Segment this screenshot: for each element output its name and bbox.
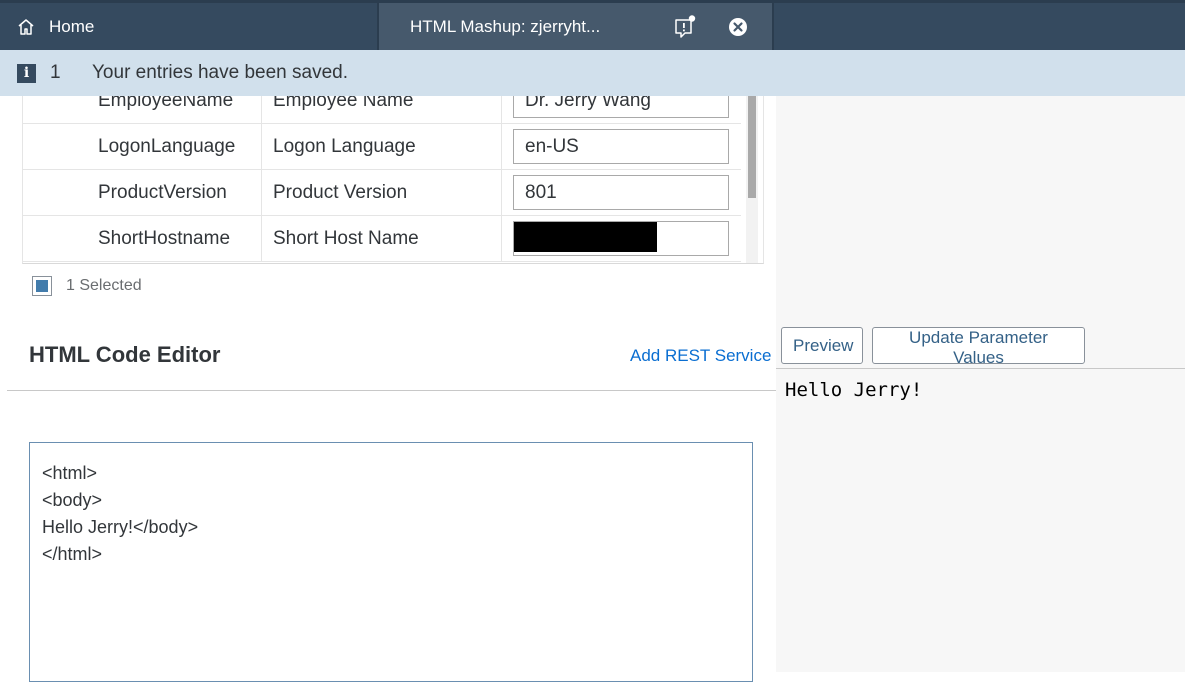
- param-name: ShortHostname: [98, 227, 231, 249]
- param-value-input[interactable]: [513, 175, 729, 210]
- scrollbar-thumb[interactable]: [748, 96, 756, 198]
- param-description: Product Version: [273, 181, 408, 203]
- home-icon: [16, 17, 36, 37]
- tab-separator: [772, 3, 774, 50]
- column-divider: [261, 170, 262, 215]
- editor-title: HTML Code Editor: [29, 342, 221, 367]
- column-divider: [261, 216, 262, 261]
- tab-home-label: Home: [49, 16, 95, 36]
- divider: [776, 368, 1185, 369]
- column-divider: [501, 170, 502, 215]
- table-row[interactable]: LogonLanguage Logon Language: [23, 124, 741, 170]
- table-row[interactable]: ProductVersion Product Version: [23, 170, 741, 216]
- param-name: LogonLanguage: [98, 135, 236, 157]
- param-description: Employee Name: [273, 96, 414, 111]
- tab-home[interactable]: Home: [0, 3, 377, 50]
- tab-html-mashup[interactable]: HTML Mashup: zjerryht...: [379, 3, 772, 50]
- table-row[interactable]: EmployeeName Employee Name: [23, 96, 741, 124]
- select-all-checkbox[interactable]: [32, 276, 52, 296]
- preview-button[interactable]: Preview: [781, 327, 863, 364]
- table-scrollbar[interactable]: [746, 96, 758, 263]
- add-rest-service-link[interactable]: Add REST Service: [630, 346, 771, 366]
- shell-bar: Home HTML Mashup: zjerryht...: [0, 0, 1185, 50]
- column-divider: [501, 96, 502, 123]
- parameters-table: EmployeeName Employee Name LogonLanguage…: [22, 96, 764, 264]
- info-icon: i: [17, 63, 36, 83]
- redaction-box: [514, 222, 657, 252]
- param-value-input[interactable]: [513, 129, 729, 164]
- table-row[interactable]: ShortHostname Short Host Name: [23, 216, 741, 262]
- tab-title[interactable]: HTML Mashup: zjerryht...: [410, 17, 640, 37]
- close-icon[interactable]: [728, 17, 748, 37]
- code-line: Hello Jerry!</body>: [42, 517, 199, 537]
- notification-icon[interactable]: [674, 15, 696, 39]
- code-line: <body>: [42, 490, 103, 510]
- code-line: <html>: [42, 463, 98, 483]
- message-strip[interactable]: i 1 Your entries have been saved.: [0, 50, 1185, 96]
- update-parameter-values-button[interactable]: Update Parameter Values: [872, 327, 1085, 367]
- message-text: Your entries have been saved.: [92, 62, 348, 83]
- column-divider: [261, 124, 262, 169]
- param-value-input[interactable]: [513, 96, 729, 118]
- preview-output: Hello Jerry!: [785, 379, 923, 401]
- column-divider: [261, 96, 262, 123]
- column-divider: [501, 216, 502, 261]
- code-line: </html>: [42, 544, 103, 564]
- param-name: ProductVersion: [98, 181, 227, 203]
- checkbox-partial-indicator: [36, 280, 48, 292]
- html-code-editor[interactable]: <html> <body> Hello Jerry!</body> </html…: [29, 442, 753, 682]
- divider: [7, 390, 776, 391]
- param-description: Logon Language: [273, 135, 416, 157]
- column-divider: [501, 124, 502, 169]
- param-name: EmployeeName: [98, 96, 234, 111]
- param-description: Short Host Name: [273, 227, 419, 249]
- selection-count: 1 Selected: [66, 277, 142, 294]
- message-count: 1: [50, 62, 61, 83]
